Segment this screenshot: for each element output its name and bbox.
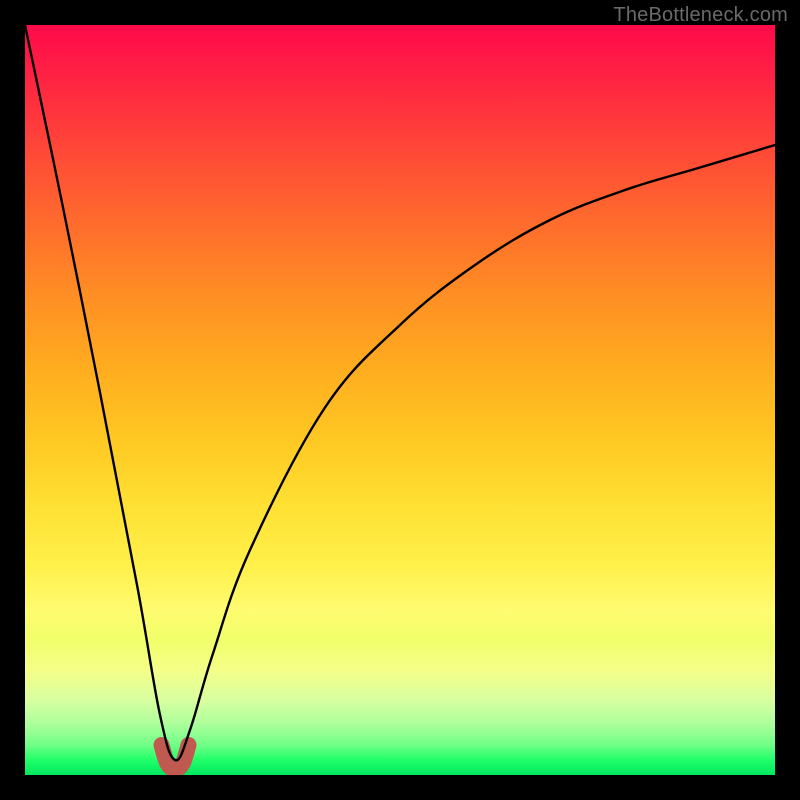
watermark-text: TheBottleneck.com (613, 4, 788, 27)
chart-frame: TheBottleneck.com (0, 0, 800, 800)
plot-area (25, 25, 775, 775)
bottleneck-curve (25, 25, 775, 760)
curve-svg (25, 25, 775, 775)
